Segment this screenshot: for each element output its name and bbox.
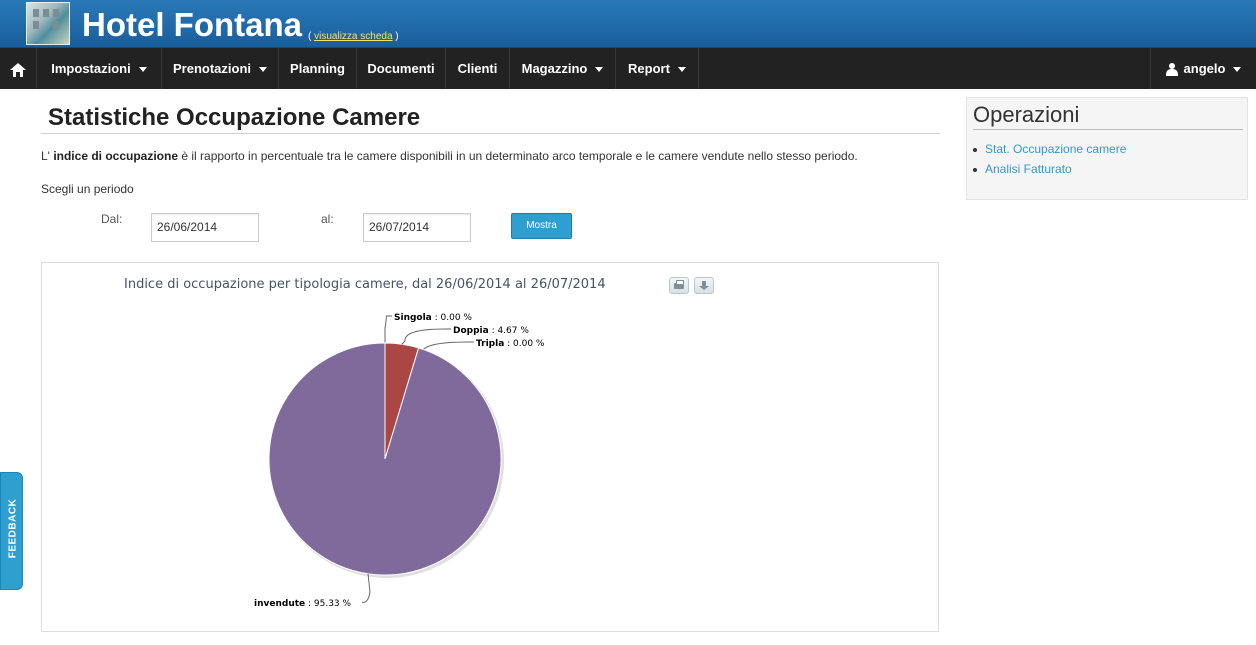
- link-label: Analisi Fatturato: [985, 162, 1072, 176]
- chevron-down-icon: [259, 67, 267, 73]
- nav-user-menu[interactable]: angelo: [1150, 48, 1256, 89]
- intro-prefix: L': [41, 149, 50, 163]
- chevron-down-icon: [138, 67, 147, 73]
- to-label: al:: [321, 212, 334, 226]
- pie-slice-invendute[interactable]: [268, 342, 502, 576]
- nav-label: Impostazioni: [51, 61, 131, 76]
- nav-label: Planning: [290, 61, 345, 76]
- sidebar-divider: [973, 129, 1243, 130]
- data-label-doppia: Doppia : 4.67 %: [453, 326, 529, 336]
- nav-label: Magazzino: [521, 61, 588, 76]
- user-name: angelo: [1183, 61, 1226, 76]
- operations-sidebar: Operazioni Stat. Occupazione camere Anal…: [966, 97, 1248, 200]
- nav-planning[interactable]: Planning: [279, 48, 357, 89]
- home-icon: [10, 62, 26, 77]
- chart-panel: Indice di occupazione per tipologia came…: [41, 262, 939, 632]
- to-date-input[interactable]: 26/07/2014: [363, 213, 471, 242]
- nav-home[interactable]: [0, 48, 37, 89]
- view-card-link[interactable]: visualizza scheda: [314, 31, 392, 42]
- view-card-link-wrapper: ( visualizza scheda ): [308, 31, 399, 42]
- sidebar-link-analisi-fatturato[interactable]: Analisi Fatturato: [973, 162, 1126, 182]
- bullet: [973, 167, 977, 172]
- nav-report[interactable]: Report: [616, 48, 699, 89]
- paren-close: ): [395, 31, 399, 42]
- nav-label: Report: [628, 61, 670, 76]
- leader-line-doppia: [401, 328, 451, 345]
- paren-open: (: [308, 31, 312, 42]
- sidebar-title: Operazioni: [973, 102, 1080, 127]
- intro-rest: è il rapporto in percentuale tra le came…: [181, 149, 858, 163]
- pie-chart: Singola : 0.00 % Doppia : 4.67 % Tripla : …: [254, 313, 545, 609]
- nav-label: Clienti: [457, 61, 498, 76]
- sidebar-link-stat-occupazione[interactable]: Stat. Occupazione camere: [973, 142, 1126, 162]
- nav-label: Prenotazioni: [172, 61, 251, 76]
- main-navbar: Impostazioni Prenotazioni Planning Docum…: [0, 48, 1256, 89]
- from-date-input[interactable]: 26/06/2014: [151, 213, 259, 242]
- chevron-down-icon: [595, 67, 604, 73]
- data-label-invendute: invendute : 95.33 %: [254, 599, 352, 609]
- leader-line-singola: [384, 315, 392, 343]
- nav-impostazioni[interactable]: Impostazioni: [37, 48, 162, 89]
- choose-period-label: Scegli un periodo: [41, 182, 134, 196]
- nav-magazzino[interactable]: Magazzino: [510, 48, 616, 89]
- from-label: Dal:: [101, 212, 123, 226]
- nav-clienti[interactable]: Clienti: [446, 48, 510, 89]
- sidebar-links: Stat. Occupazione camere Analisi Fattura…: [973, 142, 1126, 182]
- nav-prenotazioni[interactable]: Prenotazioni: [162, 48, 279, 89]
- chevron-down-icon: [1233, 67, 1242, 73]
- bullet: [973, 147, 977, 152]
- nav-label: Documenti: [367, 61, 435, 76]
- leader-line-invendute: [361, 573, 371, 603]
- feedback-label: FEEDBACK: [7, 498, 19, 559]
- nav-documenti[interactable]: Documenti: [357, 48, 446, 89]
- chevron-down-icon: [677, 67, 686, 73]
- header-banner: Hotel Fontana ( visualizza scheda ): [0, 0, 1256, 48]
- title-divider: [41, 133, 940, 134]
- link-label: Stat. Occupazione camere: [985, 142, 1127, 156]
- hotel-logo[interactable]: [26, 2, 70, 45]
- data-label-singola: Singola : 0.00 %: [394, 313, 472, 323]
- data-label-tripla: Tripla : 0.00 %: [476, 339, 545, 349]
- intro-bold: indice di occupazione: [53, 149, 178, 163]
- intro-text: L' indice di occupazione è il rapporto i…: [41, 149, 858, 163]
- feedback-tab[interactable]: FEEDBACK: [0, 472, 23, 590]
- page-title: Statistiche Occupazione Camere: [48, 104, 421, 131]
- show-button[interactable]: Mostra: [511, 213, 572, 239]
- hotel-name: Hotel Fontana: [82, 6, 302, 43]
- user-icon: [1165, 63, 1178, 77]
